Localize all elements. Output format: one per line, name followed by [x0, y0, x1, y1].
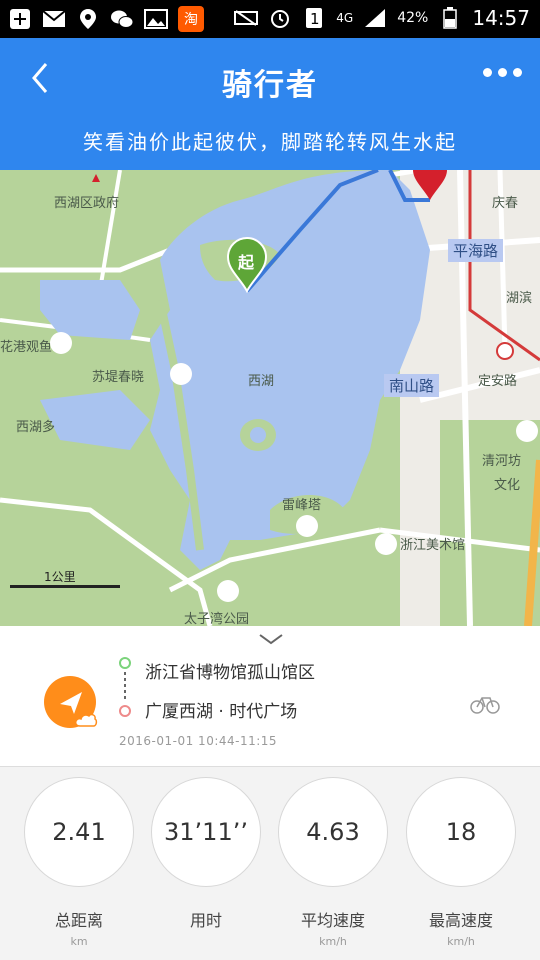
system-icons: 1 4G 42% 14:57 — [234, 6, 530, 30]
page-slogan: 笑看油价此起彼伏，脚踏轮转风生水起 — [83, 130, 457, 154]
stat-distance-label: 总距离 — [54, 911, 103, 930]
map-label-dingan: 定安路 — [478, 374, 518, 389]
map-scale-label: 1公里 — [44, 570, 76, 584]
route-map[interactable]: 西湖区政府 庆春 平海路 湖滨 花港观鱼 苏堤春晓 西湖 南山路 定安路 西湖多… — [0, 170, 540, 626]
map-label-leifeng: 雷峰塔 — [282, 498, 322, 513]
network-type: 4G — [336, 11, 354, 25]
map-label-wenhua: 文化 — [494, 478, 521, 493]
stats-panel: 2.41 总距离 km 31’11’’ 用时 4.63 平均速度 km/h 18… — [0, 767, 540, 960]
route-end-location: 广厦西湖 · 时代广场 — [145, 702, 298, 722]
stat-avg-speed-label: 平均速度 — [300, 911, 365, 930]
status-bar: 淘 1 4G 42% 14:57 — [0, 0, 540, 38]
stat-avg-speed-value: 4.63 — [278, 777, 388, 887]
map-label-xilidi: 西湖多 — [16, 420, 56, 435]
mail-icon — [42, 7, 66, 31]
battery-percent: 42% — [397, 10, 429, 26]
stat-avg-speed-unit: km/h — [319, 935, 347, 948]
stat-duration: 31’11’’ 用时 — [151, 777, 261, 935]
nfc-icon — [234, 6, 259, 30]
taobao-icon: 淘 — [178, 6, 204, 32]
app-header: 骑行者 笑看油价此起彼伏，脚踏轮转风生水起 — [0, 38, 540, 170]
stat-max-speed-label: 最高速度 — [428, 911, 493, 930]
map-label-xihu: 西湖 — [248, 374, 275, 389]
route-end-dot — [119, 705, 131, 717]
route-start-dot — [119, 657, 131, 669]
image-icon — [144, 7, 168, 31]
stat-duration-label: 用时 — [189, 911, 222, 930]
map-scale: 1公里 — [10, 570, 120, 588]
page-title: 骑行者 — [222, 68, 318, 103]
cloud-icon — [74, 710, 98, 728]
map-label-art-museum: 浙江美术馆 — [400, 538, 466, 553]
map-label-sudi: 苏堤春晓 — [92, 370, 145, 385]
stat-duration-value: 31’11’’ — [151, 777, 261, 887]
map-road-nanshan: 南山路 — [384, 374, 440, 397]
map-label-district: 西湖区政府 — [54, 196, 120, 211]
battery-icon — [438, 6, 462, 30]
map-road-pinghai: 平海路 — [448, 239, 504, 262]
wechat-icon — [110, 7, 134, 31]
route-start-location: 浙江省博物馆孤山馆区 — [145, 663, 315, 683]
stat-avg-speed: 4.63 平均速度 km/h — [278, 777, 388, 948]
more-menu-button[interactable] — [483, 68, 522, 77]
bicycle-icon — [470, 692, 500, 714]
svg-text:1: 1 — [310, 10, 320, 28]
location-icon — [76, 7, 100, 31]
sim-icon: 1 — [302, 6, 326, 30]
stat-max-speed: 18 最高速度 km/h — [406, 777, 516, 948]
map-label-qinghe: 清河坊 — [482, 454, 522, 469]
stat-distance: 2.41 总距离 km — [24, 777, 134, 948]
stat-max-speed-unit: km/h — [447, 935, 475, 948]
notification-icons: 淘 — [8, 6, 204, 32]
clock: 14:57 — [472, 6, 530, 30]
route-connector — [124, 672, 126, 702]
start-marker-label: 起 — [238, 253, 255, 272]
chevron-down-icon[interactable] — [258, 630, 284, 645]
add-icon — [8, 7, 32, 31]
stat-max-speed-value: 18 — [406, 777, 516, 887]
stat-distance-unit: km — [70, 935, 88, 948]
map-label-flower: 花港观鱼 — [0, 340, 53, 355]
route-info-panel: 浙江省博物馆孤山馆区 广厦西湖 · 时代广场 2016-01-01 10:44-… — [0, 626, 540, 766]
alarm-icon — [268, 6, 292, 30]
signal-icon — [363, 6, 387, 30]
map-label-park: 太子湾公园 — [184, 612, 250, 626]
stat-distance-value: 2.41 — [24, 777, 134, 887]
route-datetime: 2016-01-01 10:44-11:15 — [119, 734, 278, 748]
map-label-qingchun: 庆春 — [492, 196, 519, 211]
map-label-hubin: 湖滨 — [506, 291, 533, 306]
